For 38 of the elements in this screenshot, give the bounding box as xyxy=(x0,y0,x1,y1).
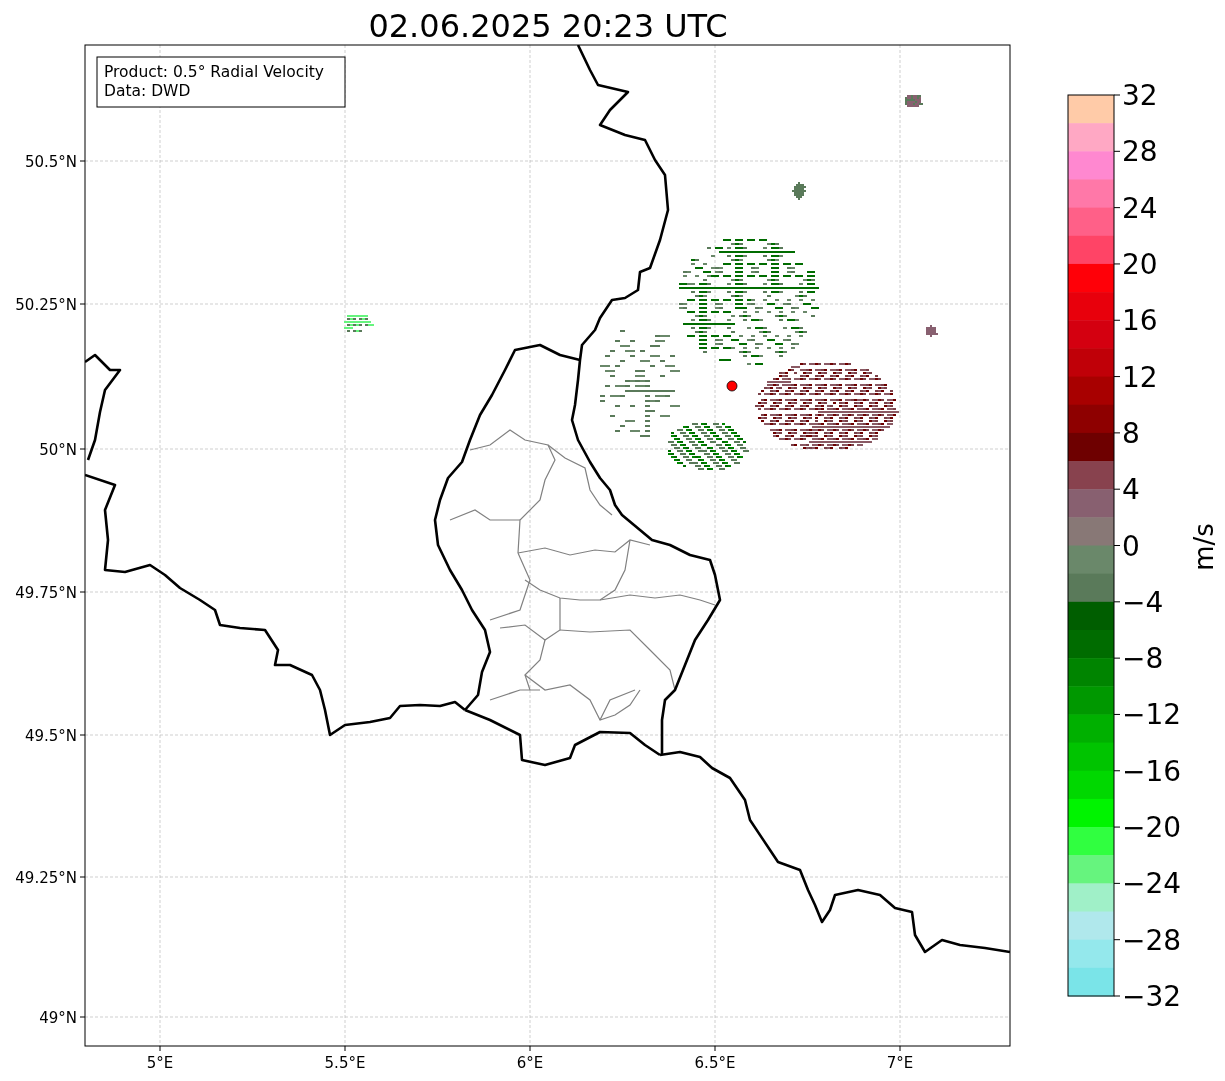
latitude-label: 49.75°N xyxy=(15,584,77,602)
radar-echo-drawing xyxy=(905,95,923,107)
radar-site-marker xyxy=(726,380,738,392)
colorbar-label: m/s xyxy=(1189,523,1219,571)
latitude-label: 49.5°N xyxy=(24,727,77,745)
longitude-label: 5°E xyxy=(146,1054,174,1072)
latitude-label: 50.5°N xyxy=(24,153,77,171)
latitude-label: 50°N xyxy=(39,441,77,459)
colorbar-tick-label: 4 xyxy=(1122,473,1140,507)
colorbar-tick-label: −28 xyxy=(1122,923,1182,957)
latitude-label: 49.25°N xyxy=(15,869,77,887)
info-text: Product: 0.5° Radial Velocity xyxy=(104,63,324,81)
longitude-label: 5.5°E xyxy=(324,1054,366,1072)
colorbar-tick-label: −20 xyxy=(1122,811,1182,845)
colorbar-tick-label: 24 xyxy=(1122,191,1158,225)
chart-title: 02.06.2025 20:23 UTC xyxy=(368,7,728,45)
colorbar-tick-label: 0 xyxy=(1122,529,1140,563)
radar-echo-drawing xyxy=(792,182,806,200)
colorbar-tick-label: 16 xyxy=(1122,304,1158,338)
longitude-label: 6.5°E xyxy=(694,1054,736,1072)
colorbar-tick-label: 8 xyxy=(1122,416,1140,450)
colorbar-tick-label: −16 xyxy=(1122,754,1182,788)
latitude-label: 49°N xyxy=(39,1009,77,1027)
colorbar-tick-label: 32 xyxy=(1122,79,1158,112)
latitude-label: 50.25°N xyxy=(15,296,77,314)
colorbar-tick-label: 28 xyxy=(1122,135,1158,169)
colorbar-tick-label: −8 xyxy=(1122,642,1164,676)
colorbar-tick-label: 12 xyxy=(1122,360,1158,394)
colorbar-tick-label: 20 xyxy=(1122,247,1158,281)
colorbar-tick-label: −12 xyxy=(1122,698,1182,732)
colorbar-tick-label: −24 xyxy=(1122,867,1182,901)
radar-echo-drawing xyxy=(926,325,938,337)
info-text: Data: DWD xyxy=(104,82,191,100)
longitude-label: 7°E xyxy=(886,1054,914,1072)
longitude-label: 6°E xyxy=(516,1054,544,1072)
radar-echo-drawing xyxy=(344,315,374,332)
colorbar-tick-label: −32 xyxy=(1122,980,1182,1013)
colorbar-tick-label: −4 xyxy=(1122,585,1164,619)
